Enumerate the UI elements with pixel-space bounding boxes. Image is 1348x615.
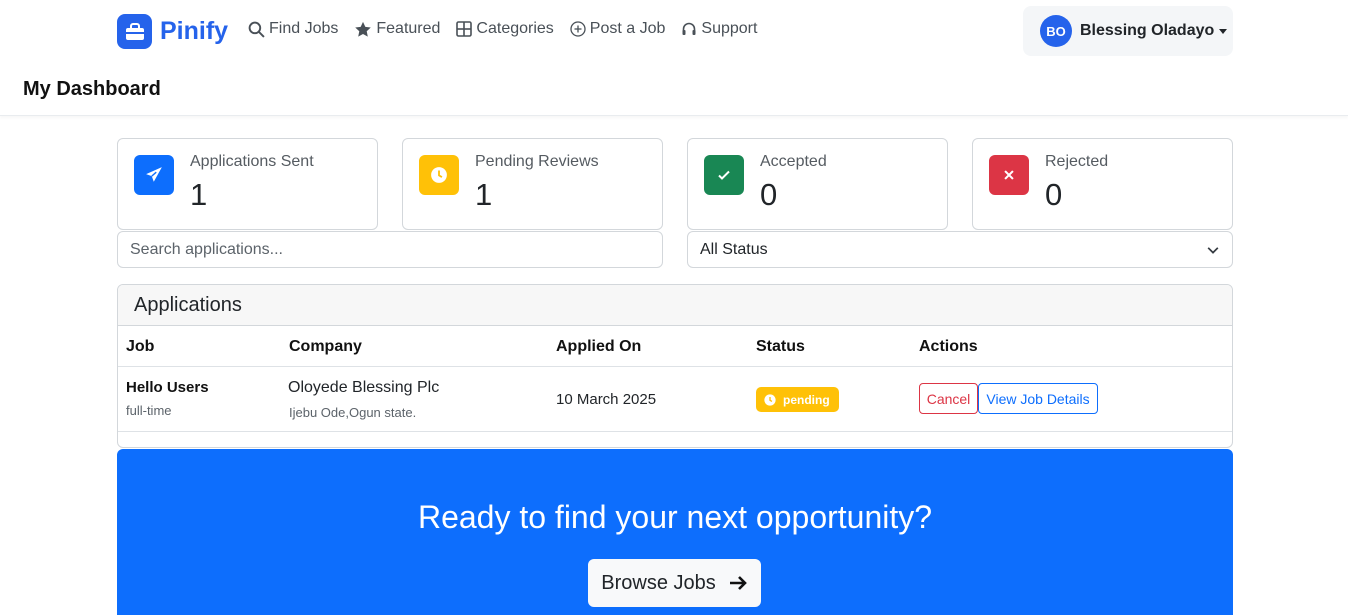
- nav-featured[interactable]: Featured: [354, 20, 440, 38]
- stat-card-accepted: Accepted 0: [687, 138, 948, 230]
- caret-down-icon: [1219, 28, 1228, 34]
- nav-links: Find Jobs Featured Categories Post a Job…: [248, 20, 773, 38]
- stat-label: Rejected: [1045, 153, 1109, 170]
- nav-link-label: Support: [701, 20, 758, 37]
- column-header-status: Status: [756, 338, 805, 355]
- clock-icon: [764, 393, 776, 406]
- nav-link-label: Featured: [376, 20, 441, 37]
- nav-link-label: Categories: [476, 20, 554, 37]
- avatar: BO: [1040, 15, 1072, 47]
- brand-name: Pinify: [160, 17, 229, 45]
- user-menu-dropdown[interactable]: BO Blessing Oladayo: [1023, 6, 1233, 56]
- company-name: Oloyede Blessing Plc: [288, 379, 440, 396]
- briefcase-icon: [117, 14, 152, 49]
- paper-plane-icon: [134, 155, 174, 195]
- user-name: Blessing Oladayo: [1080, 22, 1215, 39]
- star-icon: [355, 21, 372, 37]
- search-input[interactable]: [117, 231, 663, 268]
- applied-date: 10 March 2025: [556, 391, 657, 408]
- status-badge-label: pending: [783, 392, 830, 407]
- arrow-right-icon: [729, 576, 747, 590]
- chevron-down-icon: [1207, 246, 1219, 254]
- brand-logo[interactable]: Pinify: [117, 14, 228, 49]
- stat-value: 0: [760, 177, 778, 212]
- plus-circle-icon: [570, 21, 586, 37]
- stat-value: 0: [1045, 177, 1063, 212]
- company-location: Ijebu Ode,Ogun state.: [289, 405, 417, 420]
- page-header: My Dashboard: [0, 64, 1348, 116]
- column-header-company: Company: [289, 338, 362, 355]
- navbar: Pinify Find Jobs Featured Categories Pos…: [0, 0, 1348, 64]
- nav-link-label: Find Jobs: [269, 20, 339, 37]
- stat-value: 1: [190, 177, 208, 212]
- grid-icon: [456, 21, 473, 37]
- stat-label: Accepted: [760, 153, 827, 170]
- column-header-job: Job: [126, 338, 155, 355]
- browse-jobs-label: Browse Jobs: [601, 571, 716, 594]
- view-job-details-button[interactable]: View Job Details: [978, 383, 1098, 414]
- x-icon: [989, 155, 1029, 195]
- stat-card-applications-sent: Applications Sent 1: [117, 138, 378, 230]
- stat-card-rejected: Rejected 0: [972, 138, 1233, 230]
- nav-support[interactable]: Support: [681, 20, 757, 38]
- browse-jobs-button[interactable]: Browse Jobs: [588, 559, 761, 607]
- stat-value: 1: [475, 177, 493, 212]
- search-icon: [248, 21, 265, 38]
- job-type: full-time: [126, 403, 172, 418]
- applications-title: Applications: [118, 285, 1232, 326]
- cta-banner: Ready to find your next opportunity? Bro…: [117, 449, 1233, 615]
- applications-card: Applications Job Company Applied On Stat…: [117, 284, 1233, 448]
- status-filter-select[interactable]: All Status: [687, 231, 1233, 268]
- check-icon: [704, 155, 744, 195]
- job-title: Hello Users: [126, 379, 209, 396]
- cancel-button[interactable]: Cancel: [919, 383, 978, 414]
- status-badge: pending: [756, 387, 839, 412]
- stat-label: Pending Reviews: [475, 153, 599, 170]
- table-header-row: Job Company Applied On Status Actions: [118, 326, 1232, 367]
- nav-find-jobs[interactable]: Find Jobs: [248, 20, 338, 38]
- stat-label: Applications Sent: [190, 153, 314, 170]
- page-title: My Dashboard: [23, 78, 161, 100]
- cta-title: Ready to find your next opportunity?: [417, 499, 933, 535]
- nav-post-job[interactable]: Post a Job: [570, 20, 666, 38]
- status-filter-value: All Status: [700, 240, 768, 258]
- column-header-applied-on: Applied On: [556, 338, 642, 355]
- nav-categories[interactable]: Categories: [456, 20, 554, 38]
- clock-icon: [419, 155, 459, 195]
- stat-card-pending-reviews: Pending Reviews 1: [402, 138, 663, 230]
- column-header-actions: Actions: [919, 338, 978, 355]
- table-row: Hello Users full-time Oloyede Blessing P…: [118, 367, 1232, 432]
- headset-icon: [682, 22, 696, 35]
- nav-link-label: Post a Job: [589, 20, 666, 37]
